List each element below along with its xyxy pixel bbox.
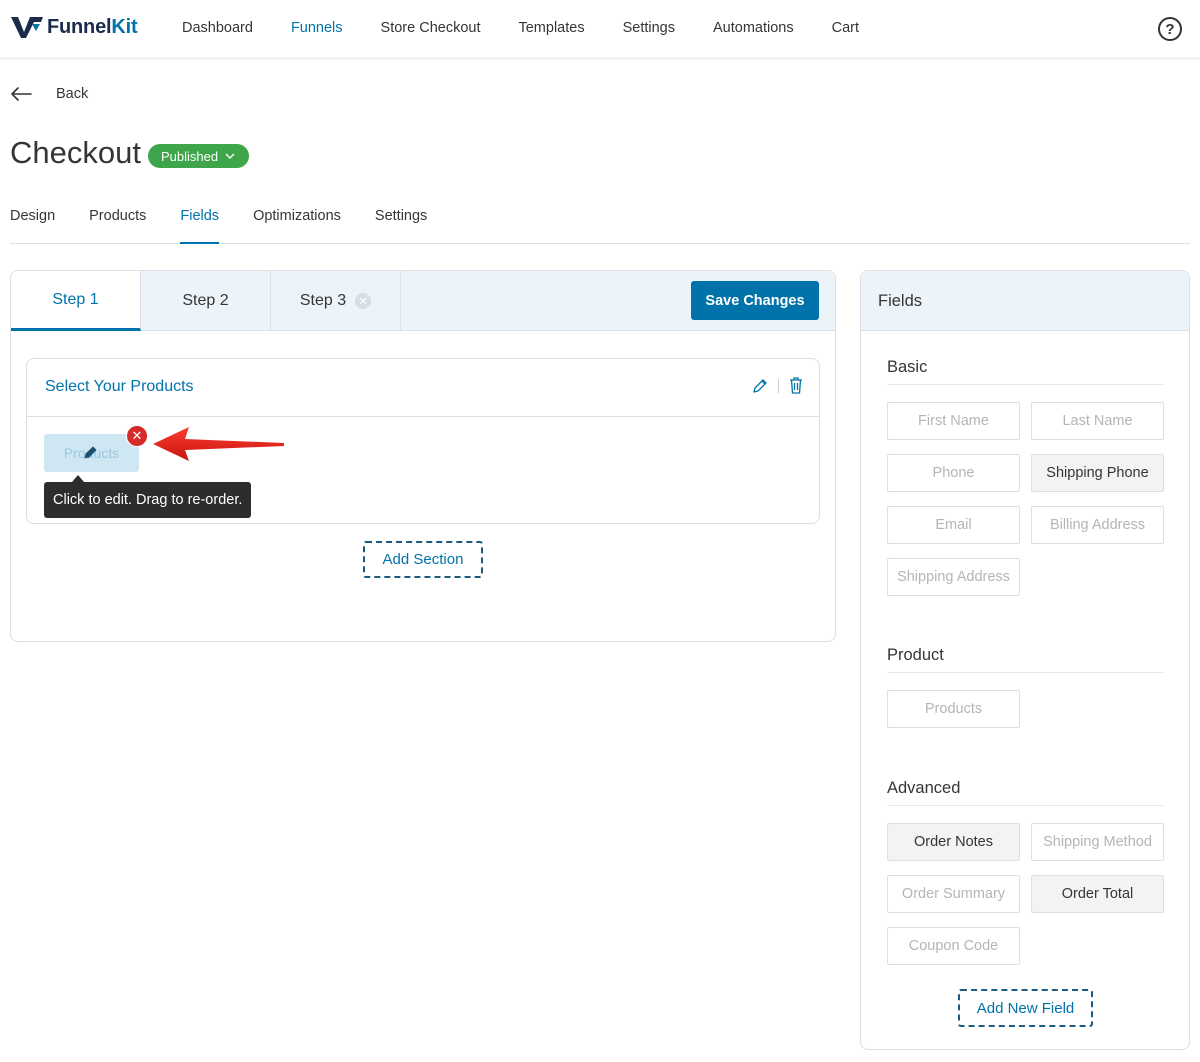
- status-badge[interactable]: Published: [148, 144, 250, 168]
- step-tab-label: Step 2: [182, 292, 229, 309]
- close-step-icon[interactable]: ✕: [355, 293, 372, 309]
- form-section: Select Your Products Products: [26, 358, 820, 524]
- save-changes-button[interactable]: Save Changes: [691, 281, 819, 320]
- form-builder-panel: Step 1 Step 2 Step 3 ✕ Save Changes Sele…: [10, 270, 836, 642]
- products-field-chip[interactable]: Products: [44, 434, 139, 472]
- top-navbar: FunnelKit Dashboard Funnels Store Checko…: [0, 0, 1200, 60]
- funnelkit-logo-text: FunnelKit: [47, 15, 138, 38]
- tab-settings[interactable]: Settings: [375, 208, 427, 244]
- step-tab-3[interactable]: Step 3 ✕: [271, 271, 401, 331]
- section-title: Select Your Products: [45, 378, 194, 395]
- tab-optimizations[interactable]: Optimizations: [253, 208, 341, 244]
- section-header: Select Your Products: [27, 359, 819, 417]
- group-title-advanced: Advanced: [887, 779, 961, 797]
- group-title-basic: Basic: [887, 358, 928, 376]
- field-shipping-phone[interactable]: Shipping Phone: [1031, 454, 1164, 492]
- step-tab-label: Step 1: [52, 290, 99, 308]
- funnelkit-logo[interactable]: FunnelKit: [10, 14, 138, 40]
- chevron-down-icon: [225, 153, 235, 159]
- field-email[interactable]: Email: [887, 506, 1020, 544]
- field-order-summary[interactable]: Order Summary: [887, 875, 1020, 913]
- nav-dashboard[interactable]: Dashboard: [182, 20, 253, 36]
- field-shipping-address[interactable]: Shipping Address: [887, 558, 1020, 596]
- remove-field-icon[interactable]: ✕: [126, 425, 148, 447]
- field-order-notes[interactable]: Order Notes: [887, 823, 1020, 861]
- page-title: Checkout: [10, 135, 141, 170]
- step-tab-1[interactable]: Step 1: [11, 271, 141, 331]
- step-tab-2[interactable]: Step 2: [141, 271, 271, 331]
- tab-fields[interactable]: Fields: [180, 208, 220, 244]
- step-bar: Step 1 Step 2 Step 3 ✕ Save Changes: [11, 271, 835, 331]
- red-arrow-annotation-icon: [153, 427, 284, 461]
- tab-design[interactable]: Design: [10, 208, 55, 244]
- nav-cart[interactable]: Cart: [832, 20, 859, 36]
- nav-funnels[interactable]: Funnels: [291, 20, 343, 36]
- field-shipping-method[interactable]: Shipping Method: [1031, 823, 1164, 861]
- field-phone[interactable]: Phone: [887, 454, 1020, 492]
- nav-settings[interactable]: Settings: [623, 20, 675, 36]
- divider: [887, 384, 1163, 385]
- fields-panel-title: Fields: [861, 271, 1189, 331]
- status-label: Published: [161, 148, 219, 164]
- funnelkit-logo-mark: [11, 17, 43, 38]
- tab-products[interactable]: Products: [89, 208, 146, 244]
- tooltip: Click to edit. Drag to re-order.: [44, 482, 252, 518]
- step-tab-label: Step 3: [299, 292, 347, 309]
- trash-icon: [790, 377, 802, 394]
- back-label: Back: [56, 86, 89, 102]
- field-billing-address[interactable]: Billing Address: [1031, 506, 1164, 544]
- arrow-left-icon: [11, 87, 32, 101]
- field-first-name[interactable]: First Name: [887, 402, 1020, 440]
- step-tabs-nav: Design Products Fields Optimizations Set…: [10, 208, 1190, 244]
- section-actions: [752, 377, 803, 394]
- nav-automations[interactable]: Automations: [713, 20, 794, 36]
- delete-section-button[interactable]: [789, 377, 803, 394]
- divider: [778, 378, 779, 393]
- nav-templates[interactable]: Templates: [518, 20, 584, 36]
- edit-section-button[interactable]: [752, 378, 768, 394]
- fields-panel: Fields Basic First Name Last Name Phone …: [860, 270, 1190, 1050]
- help-icon[interactable]: ?: [1158, 17, 1182, 41]
- add-new-field-button[interactable]: Add New Field: [958, 989, 1093, 1027]
- pencil-icon: [84, 446, 97, 459]
- add-section-button[interactable]: Add Section: [363, 541, 483, 578]
- field-order-total[interactable]: Order Total: [1031, 875, 1164, 913]
- divider: [887, 672, 1163, 673]
- field-products[interactable]: Products: [887, 690, 1020, 728]
- pencil-icon: [753, 378, 767, 393]
- back-link[interactable]: Back: [10, 86, 88, 102]
- tooltip-arrow: [72, 475, 84, 482]
- nav-store-checkout[interactable]: Store Checkout: [381, 20, 481, 36]
- main-nav: Dashboard Funnels Store Checkout Templat…: [182, 20, 897, 36]
- group-title-product: Product: [887, 646, 944, 664]
- field-coupon-code[interactable]: Coupon Code: [887, 927, 1020, 965]
- divider: [887, 805, 1163, 806]
- field-last-name[interactable]: Last Name: [1031, 402, 1164, 440]
